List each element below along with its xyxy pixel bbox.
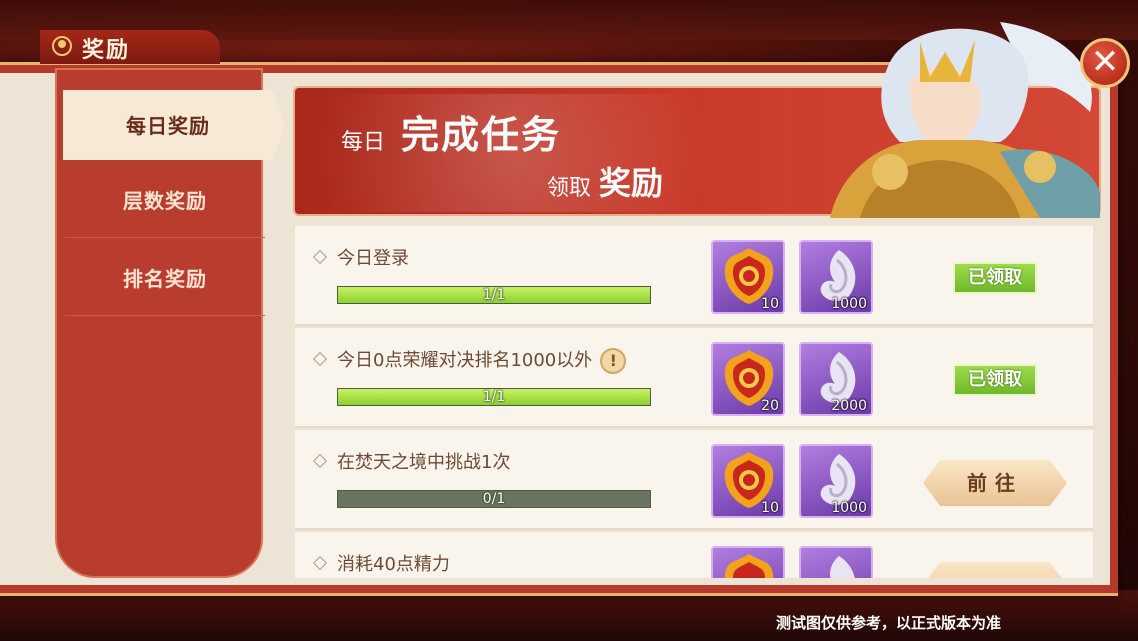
task-row: 今日0点荣耀对决排名1000以外! 1/1 20 2000 已领取	[295, 328, 1093, 428]
honor-badge-icon	[724, 554, 774, 578]
reward-item-spirit-feather[interactable]: 1000	[799, 240, 873, 314]
progress-bar: 1/1	[337, 286, 651, 304]
close-icon: ✕	[1090, 42, 1120, 82]
reward-count: 10	[761, 500, 779, 516]
sidebar-item-daily[interactable]: 每日奖励	[63, 90, 285, 160]
banner-text-small-1: 每日	[341, 130, 386, 155]
reward-item-spirit-feather[interactable]: 2000	[799, 342, 873, 416]
task-title: 消耗40点精力	[337, 554, 450, 575]
spirit-feather-icon	[830, 556, 855, 578]
task-title-row: 今日登录	[312, 244, 409, 270]
progress-bar: 1/1	[337, 388, 651, 406]
task-title-row: 消耗40点精力	[312, 550, 450, 576]
close-button[interactable]: ✕	[1080, 38, 1130, 88]
banner-text-small-2: 领取	[547, 176, 592, 201]
reward-item-honor-badge[interactable]: 10	[711, 444, 785, 518]
progress-bar: 0/1	[337, 490, 651, 508]
task-row: 在焚天之境中挑战1次 0/1 10 1000 前往	[295, 430, 1093, 530]
diamond-bullet-icon	[312, 555, 328, 571]
go-button[interactable]	[923, 562, 1067, 578]
progress-text: 1/1	[482, 287, 506, 303]
progress-text: 0/1	[482, 491, 506, 507]
info-icon[interactable]: !	[600, 348, 627, 374]
progress-text: 1/1	[482, 389, 506, 405]
reward-item-honor-badge[interactable]: 20	[711, 342, 785, 416]
reward-emblem-icon	[52, 36, 72, 56]
reward-item-spirit-feather[interactable]	[799, 546, 873, 578]
sidebar-item-floor[interactable]: 层数奖励	[65, 165, 265, 238]
reward-item-spirit-feather[interactable]: 1000	[799, 444, 873, 518]
claimed-button[interactable]: 已领取	[953, 262, 1037, 294]
banner-text-big-1: 完成任务	[401, 113, 562, 157]
reward-count: 1000	[831, 296, 867, 312]
panel-title: 奖励	[82, 38, 131, 63]
hero-portrait	[830, 22, 1100, 218]
go-button[interactable]: 前往	[923, 460, 1067, 506]
task-title-row: 今日0点荣耀对决排名1000以外!	[312, 346, 627, 374]
sidebar-item-ranking[interactable]: 排名奖励	[65, 243, 265, 316]
banner-text-big-2: 奖励	[599, 164, 664, 202]
task-title-row: 在焚天之境中挑战1次	[312, 448, 511, 474]
reward-item-honor-badge[interactable]	[711, 546, 785, 578]
diamond-bullet-icon	[312, 453, 328, 469]
claimed-button[interactable]: 已领取	[953, 364, 1037, 396]
task-title: 在焚天之境中挑战1次	[337, 452, 511, 473]
reward-count: 2000	[831, 398, 867, 414]
reward-count: 1000	[831, 500, 867, 516]
reward-sidebar: 每日奖励 层数奖励 排名奖励	[55, 68, 285, 578]
task-row: 今日登录 1/1 10 1000 已领取	[295, 226, 1093, 326]
task-title: 今日登录	[337, 248, 409, 269]
diamond-bullet-icon	[312, 351, 328, 367]
task-list[interactable]: 今日登录 1/1 10 1000 已领取 今日0点荣耀对决排名1000以外! 1…	[295, 226, 1093, 578]
task-row: 消耗40点精力	[295, 532, 1093, 578]
task-title: 今日0点荣耀对决排名1000以外	[337, 350, 593, 371]
reward-count: 10	[761, 296, 779, 312]
reward-count: 20	[761, 398, 779, 414]
diamond-bullet-icon	[312, 249, 328, 265]
disclaimer-text: 测试图仅供参考，以正式版本为准	[776, 614, 1002, 632]
reward-item-honor-badge[interactable]: 10	[711, 240, 785, 314]
